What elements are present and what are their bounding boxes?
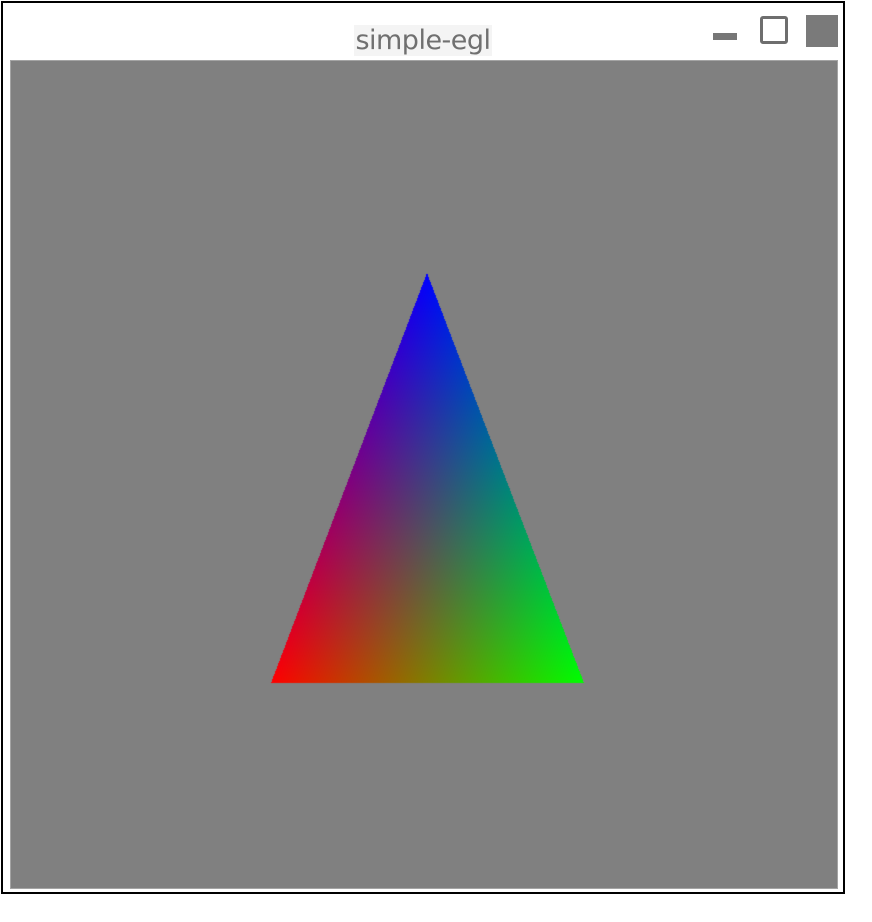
window-title-text: simple-egl — [354, 25, 492, 56]
simple-egl-window: simple-egl — [1, 1, 845, 894]
minimize-button[interactable] — [713, 33, 737, 40]
egl-surface[interactable] — [10, 60, 838, 889]
rendered-triangle — [11, 61, 837, 888]
close-button[interactable] — [806, 15, 838, 47]
maximize-button[interactable] — [760, 16, 788, 44]
window-title: simple-egl — [3, 21, 843, 61]
title-bar[interactable]: simple-egl — [3, 3, 843, 61]
